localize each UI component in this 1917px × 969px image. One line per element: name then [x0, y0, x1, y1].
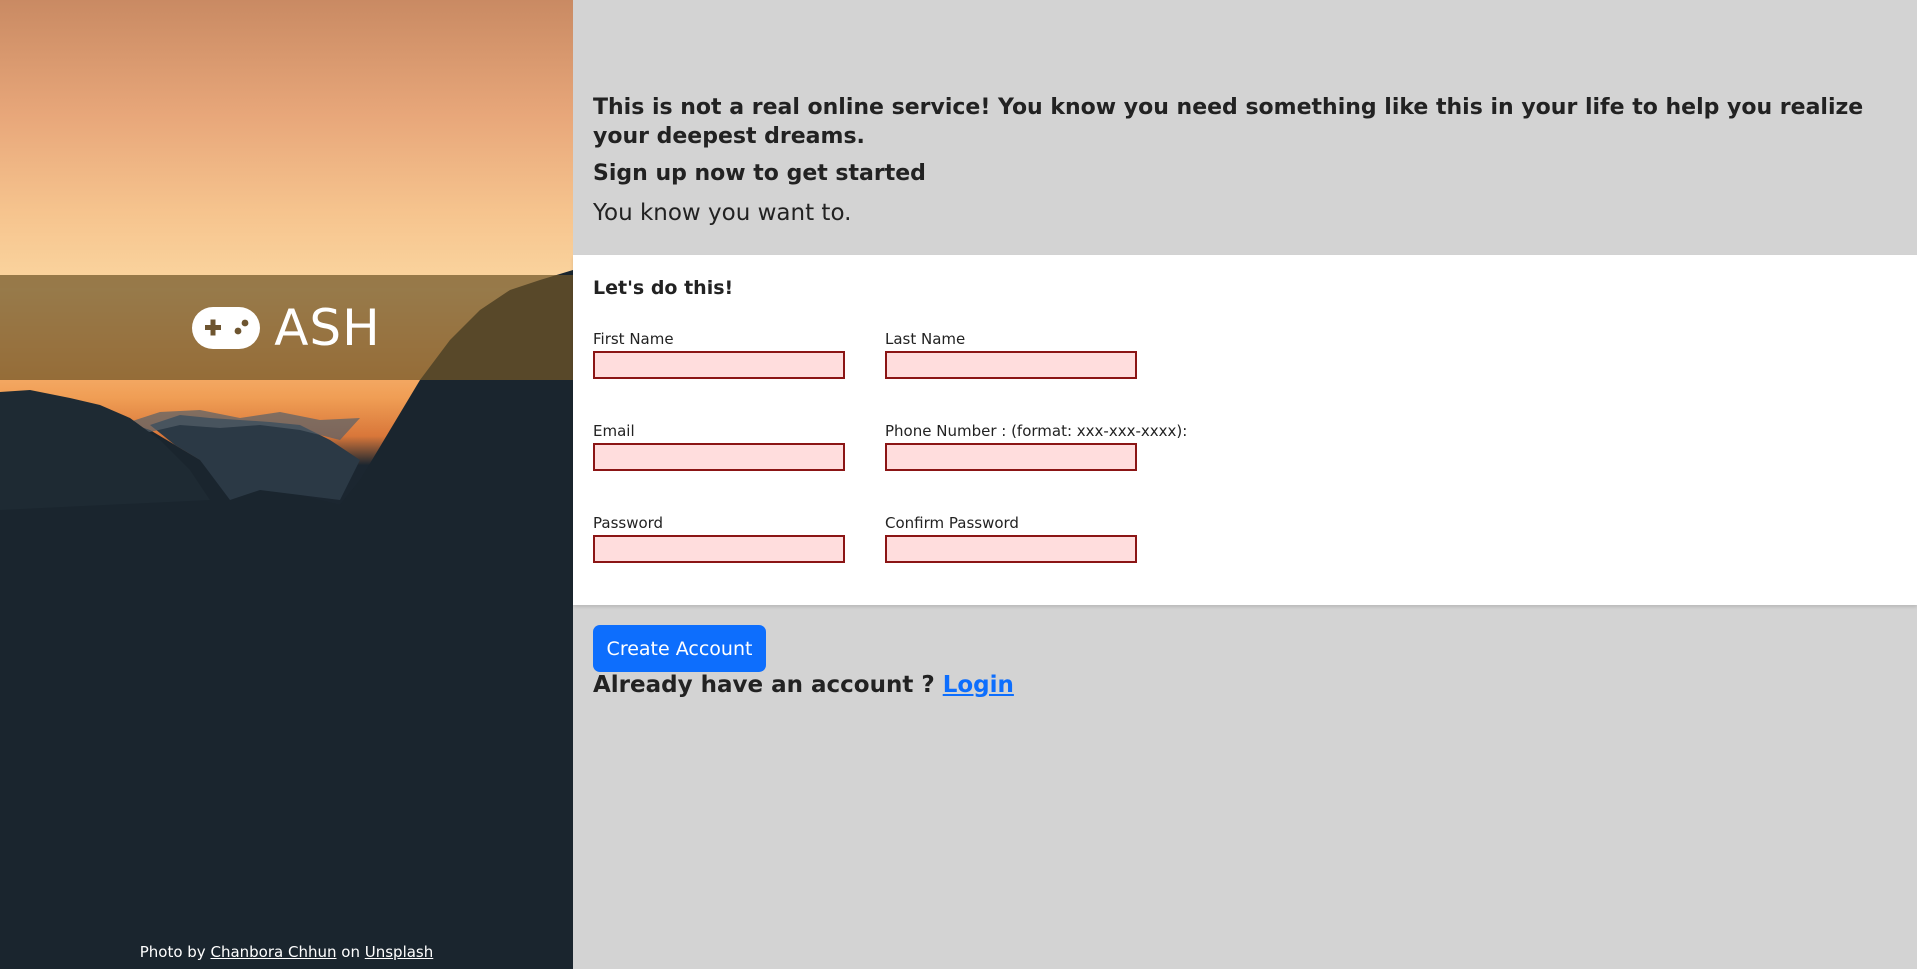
password-input[interactable] [593, 535, 845, 563]
hero-sidebar: ASH Photo by Chanbora Chhun on Unsplash [0, 0, 573, 969]
email-label: Email [593, 422, 635, 440]
intro-headline: This is not a real online service! You k… [593, 95, 1864, 149]
confirm-password-input[interactable] [885, 535, 1137, 563]
phone-label: Phone Number : (format: xxx-xxx-xxxx): [885, 422, 1188, 440]
credit-middle: on [341, 943, 360, 961]
password-label: Password [593, 514, 664, 532]
login-prompt: Already have an account ? [593, 672, 935, 698]
phone-field: Phone Number : (format: xxx-xxx-xxxx): [885, 422, 1187, 471]
last-name-input[interactable] [885, 351, 1137, 379]
gamepad-icon [192, 306, 261, 349]
login-link[interactable]: Login [943, 672, 1014, 698]
password-field: Password [593, 514, 845, 563]
email-input[interactable] [593, 443, 845, 471]
main-content: This is not a real online service! You k… [573, 0, 1917, 969]
intro-subhead: Sign up now to get started [593, 161, 926, 186]
confirm-password-field: Confirm Password [885, 514, 1137, 563]
credit-author-link[interactable]: Chanbora Chhun [210, 943, 336, 961]
brand-banner: ASH [0, 275, 573, 380]
brand-name: ASH [274, 298, 381, 357]
credit-source-link[interactable]: Unsplash [365, 943, 434, 961]
mountain-photo [0, 270, 573, 969]
first-name-label: First Name [593, 330, 674, 348]
email-field: Email [593, 422, 845, 471]
signup-form: Let's do this! First Name Last Name Emai… [573, 255, 1917, 605]
first-name-field: First Name [593, 330, 845, 379]
confirm-password-label: Confirm Password [885, 514, 1019, 532]
last-name-field: Last Name [885, 330, 1137, 379]
intro-note: You know you want to. [593, 200, 852, 226]
phone-input[interactable] [885, 443, 1137, 471]
first-name-input[interactable] [593, 351, 845, 379]
last-name-label: Last Name [885, 330, 966, 348]
credit-prefix: Photo by [139, 943, 206, 961]
create-account-button[interactable]: Create Account [593, 625, 766, 672]
intro-section: This is not a real online service! You k… [593, 93, 1903, 228]
photo-credit: Photo by Chanbora Chhun on Unsplash [0, 943, 573, 969]
login-prompt-line: Already have an account ? Login [593, 672, 1014, 698]
form-title: Let's do this! [593, 277, 734, 299]
